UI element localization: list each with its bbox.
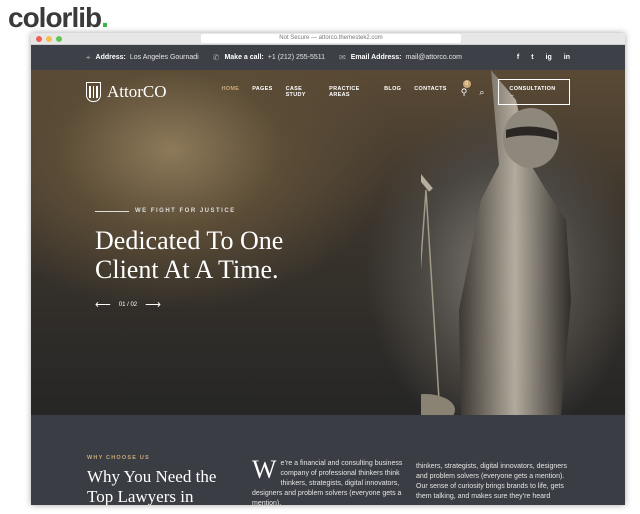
linkedin-icon[interactable]: in [564, 54, 570, 61]
nav-item-case-study[interactable]: CASE STUDY [286, 86, 317, 98]
close-dot[interactable] [36, 36, 42, 42]
nav-menu: HOME PAGES CASE STUDY PRACTICE AREAS BLO… [222, 86, 447, 98]
contact-topbar: ⌖ Address: Los Angeles Gournadi ✆ Make a ca… [31, 45, 625, 70]
facebook-icon[interactable]: f [517, 54, 519, 61]
cart-icon[interactable]: ⚲ 0 [461, 79, 471, 98]
window-controls [36, 36, 62, 42]
site-logo[interactable]: AttorCO [86, 82, 167, 102]
twitter-icon[interactable]: t [531, 54, 533, 61]
nav-item-contacts[interactable]: CONTACTS [414, 86, 447, 98]
mail-icon: ✉ [339, 53, 346, 62]
browser-window: Not Secure — attorco.themestek2.com ⌖ Add… [31, 33, 625, 505]
url-bar[interactable]: Not Secure — attorco.themestek2.com [201, 34, 461, 43]
next-arrow-icon[interactable]: ⟶ [145, 298, 161, 311]
nav-item-practice-areas[interactable]: PRACTICE AREAS [329, 86, 371, 98]
cart-count: 0 [462, 79, 471, 88]
consultation-button[interactable]: CONSULTATION → [498, 79, 570, 105]
section-title: Why You Need the Top Lawyers in [87, 467, 217, 505]
hero-section: AttorCO HOME PAGES CASE STUDY PRACTICE A… [31, 70, 625, 415]
why-choose-section: WHY CHOOSE US Why You Need the Top Lawye… [31, 415, 625, 505]
social-links: f t ig in [517, 54, 570, 61]
intro-paragraph: We’re a financial and consulting busines… [252, 455, 403, 506]
section-kicker: WHY CHOOSE US [87, 455, 150, 461]
column-logo-icon [86, 82, 101, 102]
nav-item-home[interactable]: HOME [222, 86, 240, 98]
search-icon[interactable]: ⌕ [479, 87, 484, 98]
colorlib-logo: colorlib. [8, 2, 109, 33]
dropcap: W [252, 455, 277, 484]
slider-controls: ⟵ 01 / 02 ⟶ [95, 298, 161, 311]
slide-counter: 01 / 02 [118, 301, 138, 308]
browser-chrome: Not Secure — attorco.themestek2.com [31, 33, 625, 45]
maximize-dot[interactable] [56, 36, 62, 42]
minimize-dot[interactable] [46, 36, 52, 42]
hero-kicker: WE FIGHT FOR JUSTICE [95, 208, 236, 214]
instagram-icon[interactable]: ig [546, 54, 552, 61]
nav-item-blog[interactable]: BLOG [384, 86, 401, 98]
address-info: ⌖ Address: Los Angeles Gournadi [86, 52, 199, 62]
email-info[interactable]: ✉ Email Address: mail@attorco.com [339, 53, 462, 62]
phone-info[interactable]: ✆ Make a call: +1 (212) 255-5511 [213, 53, 325, 62]
main-navigation: AttorCO HOME PAGES CASE STUDY PRACTICE A… [86, 79, 570, 105]
lady-justice-image [421, 70, 571, 415]
nav-item-pages[interactable]: PAGES [252, 86, 272, 98]
phone-icon: ✆ [212, 53, 220, 62]
second-paragraph: thinkers, strategists, digital innovator… [416, 463, 567, 500]
prev-arrow-icon[interactable]: ⟵ [95, 298, 111, 311]
location-pin-icon: ⌖ [86, 52, 91, 62]
hero-title: Dedicated To One Client At A Time. [95, 226, 284, 284]
